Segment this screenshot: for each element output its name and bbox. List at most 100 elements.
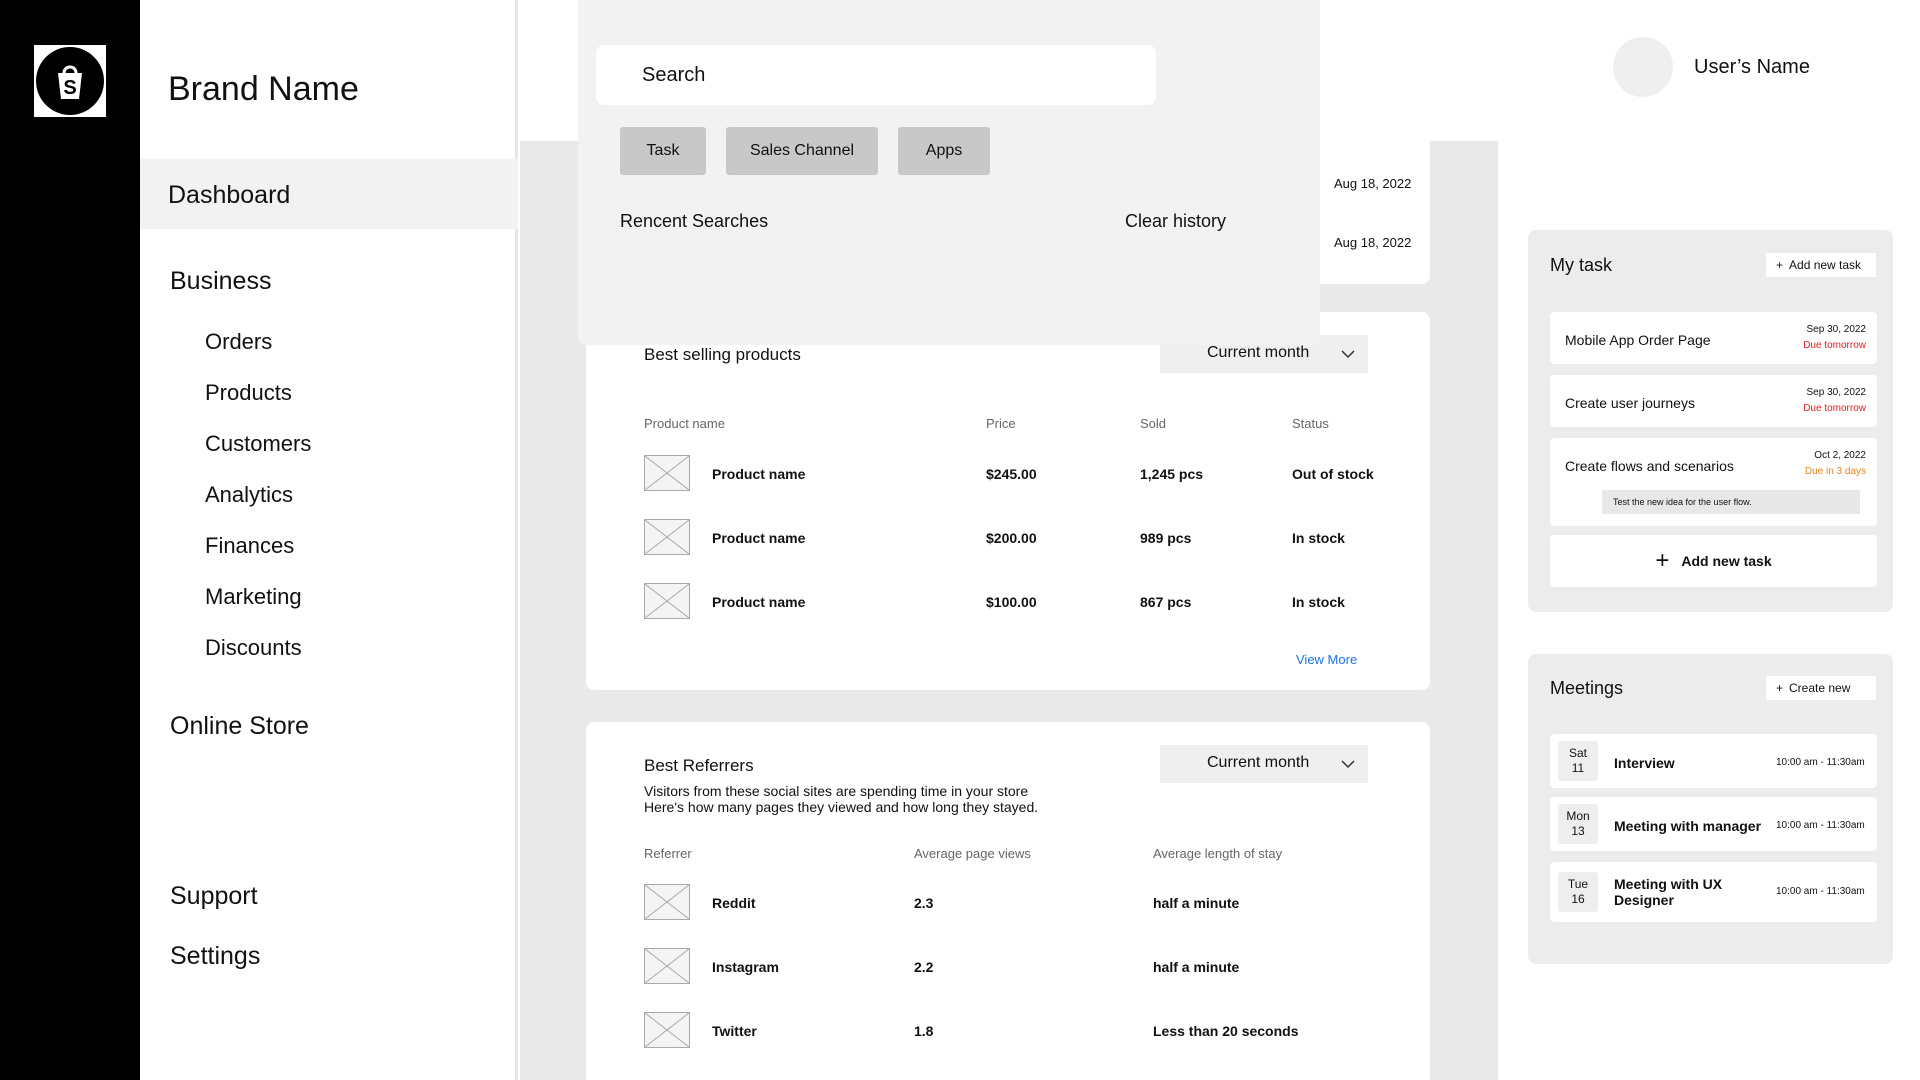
- meeting-date: Tue 16: [1558, 872, 1598, 912]
- task-title: Mobile App Order Page: [1565, 332, 1711, 348]
- image-placeholder-icon: [644, 948, 690, 984]
- add-task-button[interactable]: + Add new task: [1766, 253, 1876, 277]
- svg-text:S: S: [63, 77, 76, 99]
- recent-searches-label: Rencent Searches: [620, 211, 769, 231]
- plus-icon: +: [1655, 547, 1670, 574]
- referrer-name[interactable]: Twitter: [712, 1023, 757, 1039]
- referrer-views: 1.8: [914, 1023, 934, 1039]
- period-select-value: Current month: [1207, 344, 1310, 361]
- meetings-title: Meetings: [1550, 678, 1624, 698]
- product-sold: 867 pcs: [1140, 594, 1192, 610]
- nav-item-dashboard[interactable]: Dashboard: [140, 159, 518, 229]
- task-date: Sep 30, 2022: [1806, 324, 1867, 335]
- task-date: Oct 2, 2022: [1814, 450, 1866, 461]
- column-header: Sold: [1140, 416, 1167, 431]
- nav-item-support[interactable]: Support: [170, 882, 258, 911]
- period-select-value: Current month: [1207, 754, 1310, 771]
- meeting-day: Mon: [1566, 809, 1590, 823]
- meeting-date: Sat 11: [1558, 741, 1598, 781]
- task-date: Sep 30, 2022: [1806, 387, 1867, 398]
- product-price: $100.00: [986, 594, 1037, 610]
- nav-item-settings[interactable]: Settings: [170, 942, 260, 971]
- image-placeholder-icon: [644, 884, 690, 920]
- chevron-down-icon: [1341, 760, 1355, 769]
- meeting-day: Tue: [1567, 877, 1589, 891]
- task-due: Due in 3 days: [1804, 466, 1866, 477]
- product-sold: 989 pcs: [1140, 530, 1192, 546]
- referrers-description: Here's how many pages they viewed and ho…: [644, 799, 1039, 815]
- column-header: Average length of stay: [1153, 846, 1283, 861]
- avatar[interactable]: [1613, 37, 1673, 97]
- create-meeting-label: Create new: [1789, 681, 1851, 695]
- period-select[interactable]: Current month: [1160, 745, 1368, 783]
- referrer-stay: half a minute: [1153, 959, 1240, 975]
- product-sold: 1,245 pcs: [1140, 466, 1204, 482]
- column-header: Price: [986, 416, 1016, 431]
- activity-date: Aug 18, 2022: [1334, 176, 1412, 191]
- my-task-title: My task: [1550, 255, 1613, 275]
- view-more-link[interactable]: View More: [1296, 652, 1357, 667]
- brand-name: Brand Name: [168, 70, 359, 108]
- chevron-down-icon: [1341, 350, 1355, 359]
- task-note: Test the new idea for the user flow.: [1602, 490, 1860, 514]
- product-price: $245.00: [986, 466, 1037, 482]
- referrer-views: 2.3: [914, 895, 934, 911]
- meeting-time: 10:00 am - 11:30am: [1776, 757, 1865, 768]
- product-name[interactable]: Product name: [712, 594, 805, 610]
- user-name[interactable]: User’s Name: [1694, 56, 1810, 79]
- app-rail: [0, 0, 140, 1080]
- referrer-name[interactable]: Instagram: [712, 959, 779, 975]
- referrer-name[interactable]: Reddit: [712, 895, 756, 911]
- meeting-time: 10:00 am - 11:30am: [1776, 820, 1865, 831]
- best-referrers-title: Best Referrers: [644, 756, 754, 775]
- nav-item-customers[interactable]: Customers: [205, 431, 311, 457]
- image-placeholder-icon: [644, 1012, 690, 1048]
- nav-section-online-store[interactable]: Online Store: [170, 712, 309, 741]
- product-status: In stock: [1292, 530, 1345, 546]
- referrer-views: 2.2: [914, 959, 934, 975]
- shopify-bag-icon[interactable]: S: [34, 45, 106, 117]
- best-selling-title: Best selling products: [644, 345, 801, 364]
- nav-item-analytics[interactable]: Analytics: [205, 482, 293, 508]
- meeting-title: Meeting with manager: [1614, 818, 1762, 834]
- meeting-day: Sat: [1568, 746, 1587, 760]
- clear-history-button[interactable]: Clear history: [1125, 211, 1226, 232]
- task-title: Create user journeys: [1565, 395, 1695, 411]
- add-new-task-button[interactable]: + Add new task: [1550, 535, 1877, 587]
- search-filter-sales-channel[interactable]: Sales Channel: [726, 127, 878, 175]
- meeting-day-number: 16: [1571, 892, 1585, 906]
- product-status: In stock: [1292, 594, 1345, 610]
- product-name[interactable]: Product name: [712, 466, 805, 482]
- product-status: Out of stock: [1292, 466, 1374, 482]
- search-input[interactable]: [596, 45, 1156, 105]
- add-task-label: Add new task: [1789, 258, 1862, 272]
- nav-item-marketing[interactable]: Marketing: [205, 584, 302, 610]
- referrers-description: Visitors from these social sites are spe…: [644, 783, 1029, 799]
- image-placeholder-icon: [644, 583, 690, 619]
- activity-date: Aug 18, 2022: [1334, 235, 1412, 250]
- nav-item-orders[interactable]: Orders: [205, 329, 272, 355]
- image-placeholder-icon: [644, 519, 690, 555]
- meeting-day-number: 11: [1571, 761, 1585, 775]
- column-header: Status: [1292, 416, 1329, 431]
- product-price: $200.00: [986, 530, 1037, 546]
- task-due: Due tomorrow: [1803, 403, 1866, 414]
- create-meeting-button[interactable]: + Create new: [1766, 676, 1876, 700]
- referrer-stay: Less than 20 seconds: [1153, 1023, 1299, 1039]
- column-header: Product name: [644, 416, 725, 431]
- search-filter-task[interactable]: Task: [620, 127, 706, 175]
- nav-item-discounts[interactable]: Discounts: [205, 635, 302, 661]
- plus-icon: +: [1776, 258, 1784, 272]
- nav-item-label: Dashboard: [168, 181, 291, 209]
- nav-item-finances[interactable]: Finances: [205, 533, 294, 559]
- meeting-title: Meeting with UX Designer: [1614, 876, 1723, 908]
- column-header: Average page views: [914, 846, 1031, 861]
- add-new-task-label: Add new task: [1681, 553, 1772, 569]
- plus-icon: +: [1776, 681, 1784, 695]
- product-name[interactable]: Product name: [712, 530, 805, 546]
- column-header: Referrer: [644, 846, 692, 861]
- nav-item-products[interactable]: Products: [205, 380, 292, 406]
- task-title: Create flows and scenarios: [1565, 458, 1734, 474]
- nav-section-business[interactable]: Business: [170, 267, 271, 296]
- search-filter-apps[interactable]: Apps: [898, 127, 990, 175]
